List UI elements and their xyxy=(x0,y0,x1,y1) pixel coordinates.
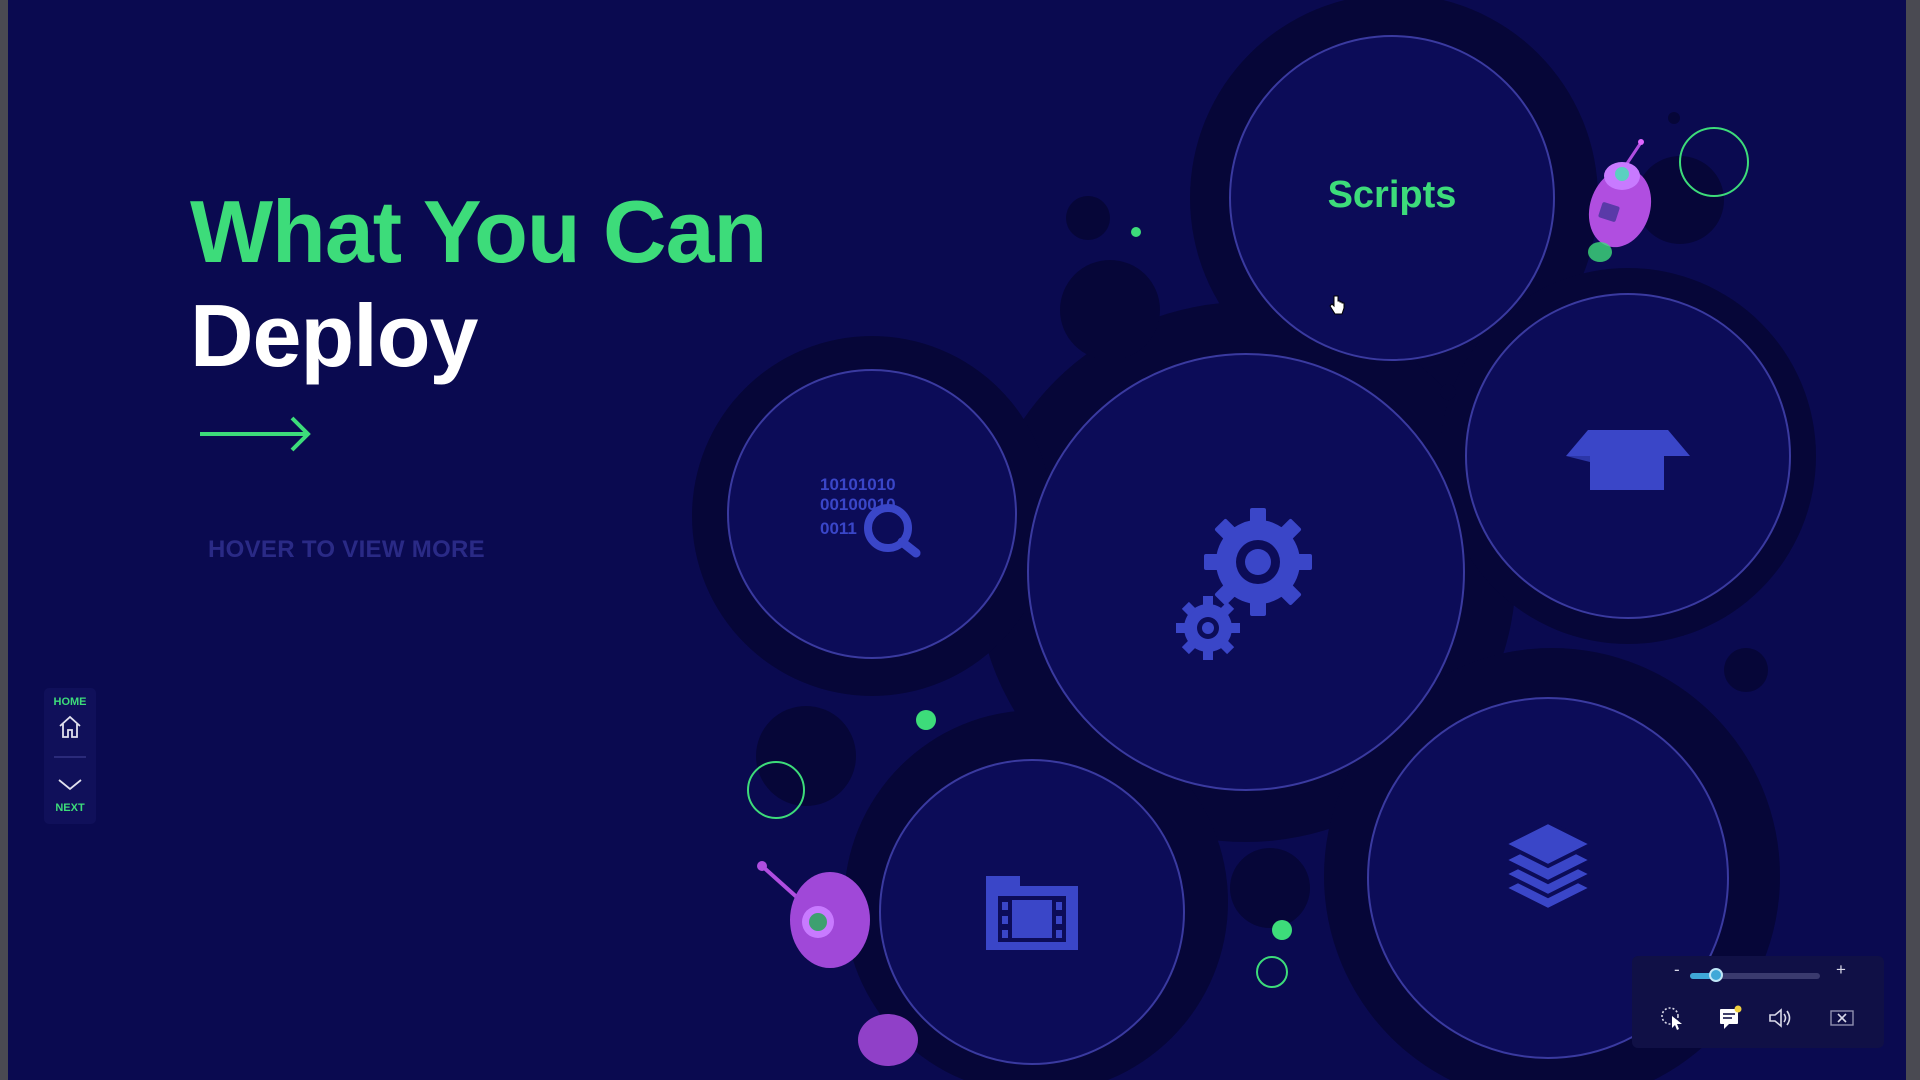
heading-line-1: What You Can xyxy=(190,182,767,281)
zoom-out-button[interactable]: - xyxy=(1674,960,1680,980)
notes-icon[interactable] xyxy=(1716,1004,1744,1032)
presentation-canvas: 10101010 00100010 0011 What You Can Depl… xyxy=(0,0,1920,1080)
home-icon[interactable] xyxy=(57,714,83,740)
film-folder-icon xyxy=(986,876,1078,950)
home-label[interactable]: HOME xyxy=(44,696,96,708)
window-edge-right xyxy=(1906,0,1920,1080)
window-edge-left xyxy=(0,0,8,1080)
pointer-select-icon[interactable] xyxy=(1658,1004,1686,1032)
layers-icon xyxy=(1499,819,1597,913)
binary-line-1: 10101010 xyxy=(820,475,896,494)
next-label[interactable]: NEXT xyxy=(44,802,96,814)
heading-line-2: Deploy xyxy=(190,286,478,385)
zoom-in-button[interactable]: + xyxy=(1836,960,1846,980)
scripts-label[interactable]: Scripts xyxy=(1232,174,1552,217)
hover-hint: HOVER TO VIEW MORE xyxy=(208,536,485,563)
sidebar-nav: HOME NEXT xyxy=(44,688,96,824)
player-controls: - + xyxy=(1632,956,1884,1048)
zoom-slider-handle[interactable] xyxy=(1709,968,1723,982)
volume-icon[interactable] xyxy=(1766,1004,1794,1032)
hand-cursor-icon xyxy=(1329,295,1345,315)
nav-divider xyxy=(54,756,86,758)
binary-line-3: 0011 xyxy=(820,519,857,538)
exit-fullscreen-icon[interactable] xyxy=(1828,1004,1856,1032)
chevron-down-icon[interactable] xyxy=(57,772,83,798)
arrow-right-icon xyxy=(200,416,311,452)
